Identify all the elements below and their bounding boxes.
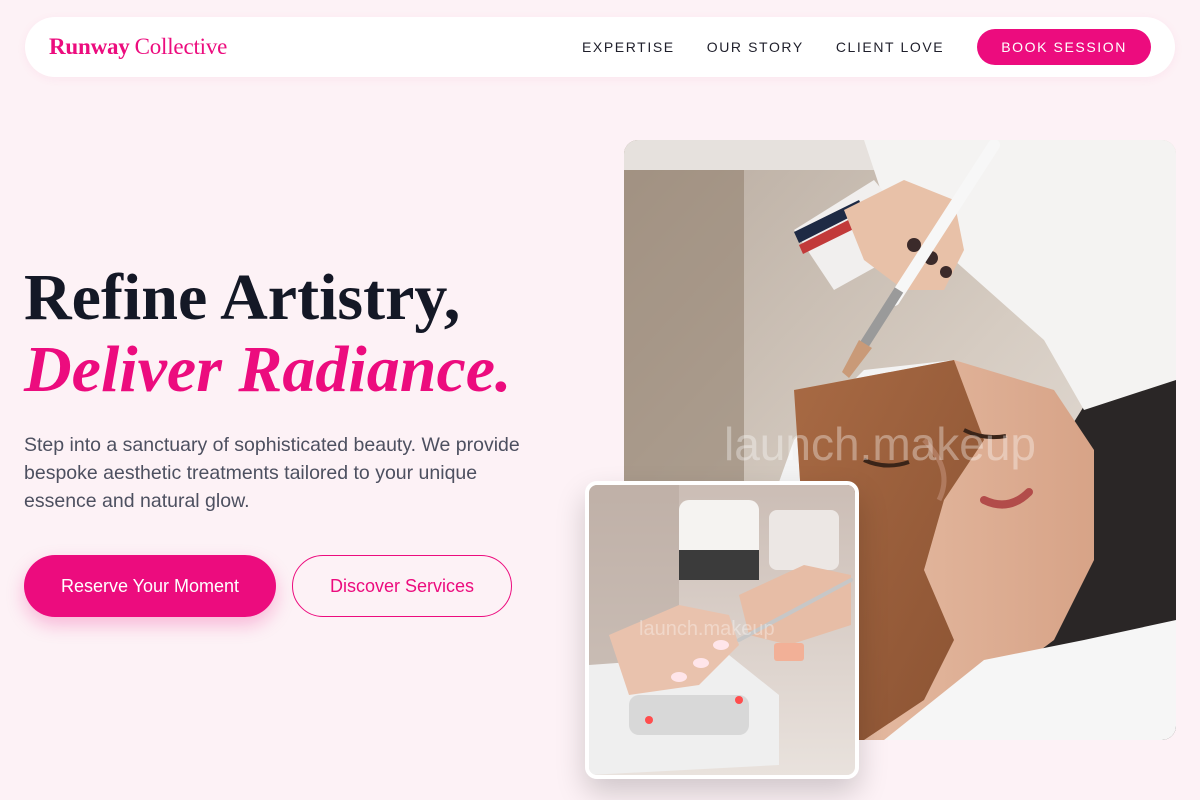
discover-services-button[interactable]: Discover Services [292, 555, 512, 617]
hero-description: Step into a sanctuary of sophisticated b… [24, 434, 520, 512]
hero-title-line2: Deliver Radiance. [24, 333, 512, 406]
main-watermark-text: launch.makeup [724, 418, 1036, 470]
manicure-image: launch.makeup [585, 481, 859, 779]
inset-watermark-text: launch.makeup [639, 618, 775, 640]
reserve-moment-button[interactable]: Reserve Your Moment [24, 555, 276, 617]
brand-name-regular: Collective [134, 34, 228, 59]
brand-name-bold: Runway [49, 34, 130, 59]
top-navbar: Runway Collective EXPERTISE OUR STORY CLI… [25, 17, 1175, 77]
hero-title-line1: Refine Artistry, [24, 261, 461, 334]
nav-links: EXPERTISE OUR STORY CLIENT LOVE BOOK SES… [550, 29, 1151, 65]
book-session-button[interactable]: BOOK SESSION [977, 29, 1151, 65]
hero-title: Refine Artistry, Deliver Radiance. [24, 262, 512, 406]
nav-link-expertise[interactable]: EXPERTISE [582, 39, 675, 55]
brand-logo[interactable]: Runway Collective [49, 34, 227, 60]
nav-link-client-love[interactable]: CLIENT LOVE [836, 39, 944, 55]
nav-link-our-story[interactable]: OUR STORY [707, 39, 804, 55]
